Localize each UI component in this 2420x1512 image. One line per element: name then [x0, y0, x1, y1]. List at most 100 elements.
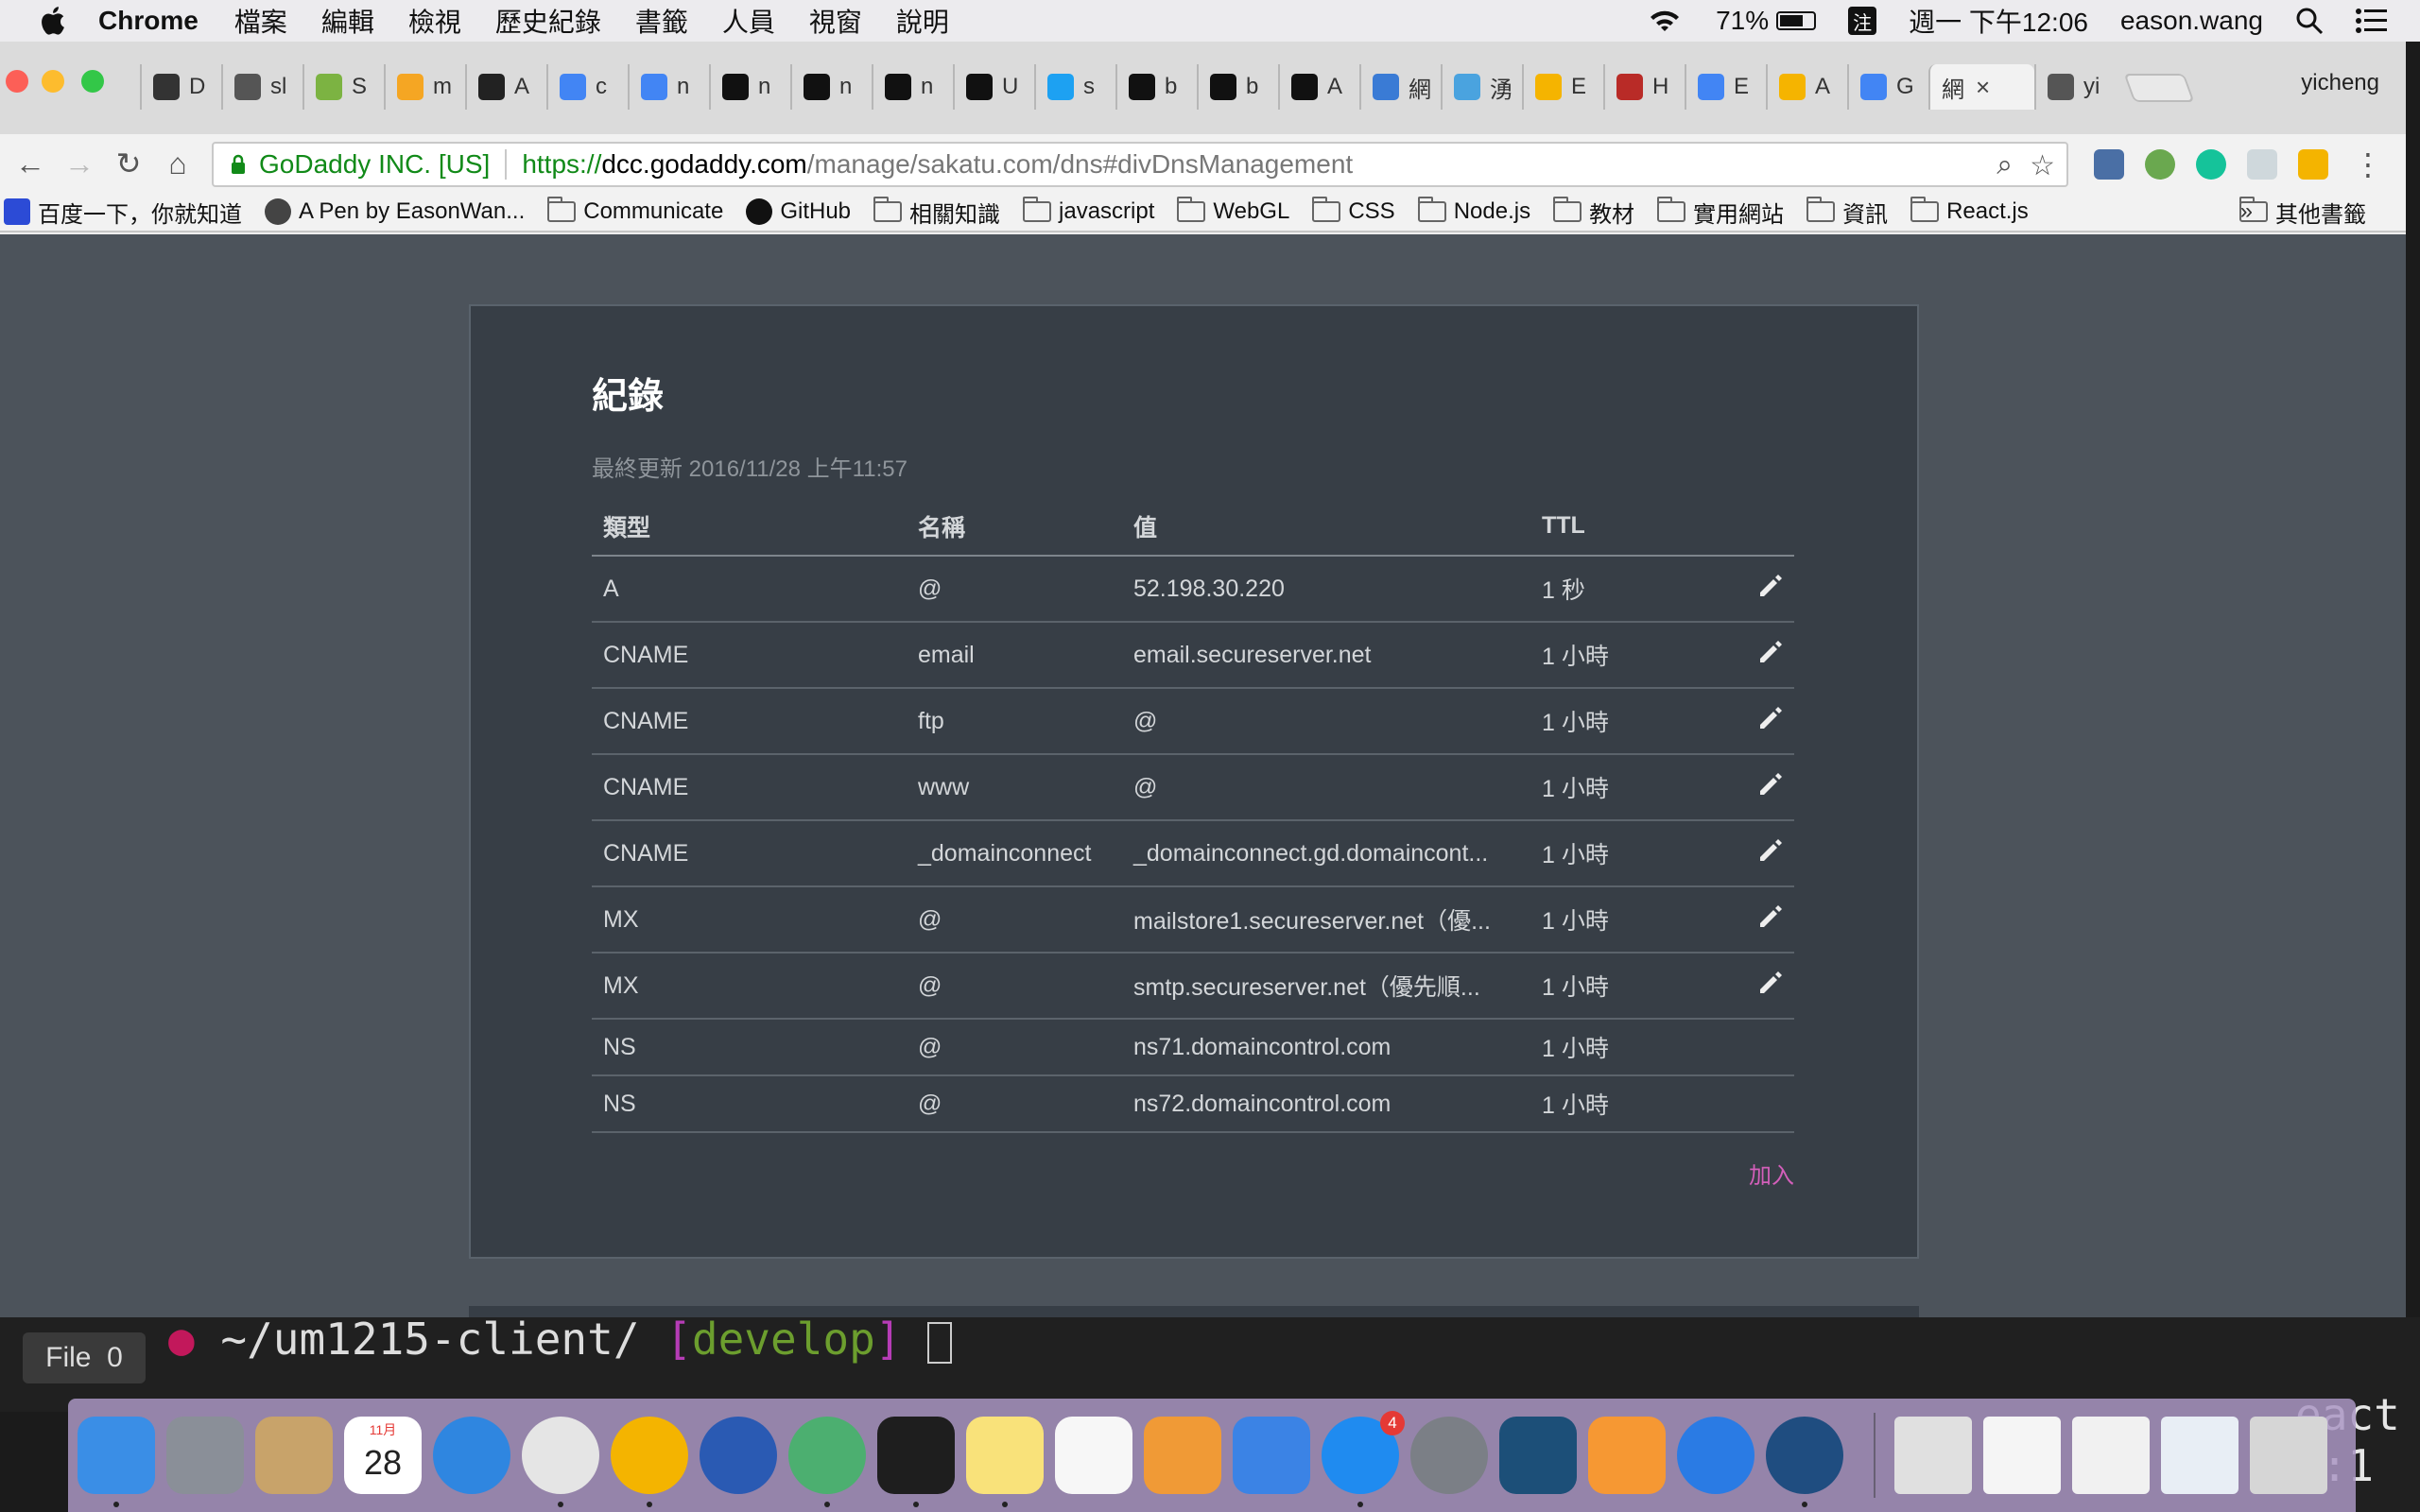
ev-certificate-name[interactable]: GoDaddy INC. [US]: [259, 149, 490, 180]
browser-tab[interactable]: S: [302, 64, 384, 110]
dock-pages-icon[interactable]: [1144, 1417, 1221, 1494]
browser-tab[interactable]: E: [1685, 64, 1766, 110]
browser-tab[interactable]: A: [1766, 64, 1847, 110]
profile-name[interactable]: yicheng: [2301, 70, 2379, 96]
grammarly-icon[interactable]: [2196, 149, 2226, 180]
dock-calendar-icon[interactable]: 11月 28: [344, 1417, 422, 1494]
glasses-extension-icon[interactable]: [2145, 149, 2175, 180]
menu-people[interactable]: 人員: [722, 2, 775, 40]
bookmark-star-icon[interactable]: ☆: [2030, 149, 2055, 182]
dock-zeplin-icon[interactable]: [1588, 1417, 1666, 1494]
edit-pencil-icon[interactable]: [1756, 572, 1785, 600]
menu-file[interactable]: 檔案: [234, 2, 287, 40]
bookmark-item[interactable]: 資訊: [1806, 196, 1888, 229]
browser-tab[interactable]: n: [872, 64, 953, 110]
app-menu-chrome[interactable]: Chrome: [98, 6, 199, 36]
dock-launchpad-icon[interactable]: [166, 1417, 244, 1494]
edit-pencil-icon[interactable]: [1756, 638, 1785, 666]
chrome-menu-icon[interactable]: ⋮: [2349, 146, 2387, 183]
dock-firefox-icon[interactable]: [700, 1417, 777, 1494]
window-minimize-button[interactable]: [42, 70, 64, 93]
dock-screenshot-icon[interactable]: [2161, 1417, 2238, 1494]
dock-sourcetree-icon[interactable]: [1766, 1417, 1843, 1507]
reload-icon[interactable]: ↻: [110, 145, 147, 182]
edit-pencil-icon[interactable]: [1756, 902, 1785, 931]
browser-tab[interactable]: m: [384, 64, 465, 110]
edit-pencil-icon[interactable]: [1756, 704, 1785, 732]
dock-terminal-icon[interactable]: [877, 1417, 955, 1507]
browser-tab[interactable]: n: [790, 64, 872, 110]
browser-tab[interactable]: sl: [221, 64, 302, 110]
browser-tab[interactable]: 網: [1359, 64, 1441, 110]
zoom-icon[interactable]: ⌕: [1996, 149, 2013, 182]
dock-quicktime-icon[interactable]: [1677, 1417, 1754, 1494]
browser-tab[interactable]: n: [709, 64, 790, 110]
other-bookmarks[interactable]: 其他書籤: [2239, 196, 2366, 229]
home-icon[interactable]: ⌂: [159, 145, 197, 182]
file-count-badge[interactable]: File 0: [23, 1332, 146, 1383]
input-method-indicator[interactable]: 注: [1848, 7, 1877, 35]
menu-view[interactable]: 檢視: [408, 2, 461, 40]
browser-tab[interactable]: E: [1522, 64, 1603, 110]
bookmark-item[interactable]: CSS: [1312, 197, 1395, 225]
bookmark-item[interactable]: WebGL: [1177, 197, 1289, 225]
bookmark-item[interactable]: Node.js: [1417, 197, 1530, 225]
menu-bookmarks[interactable]: 書籤: [635, 2, 688, 40]
dock-preview-icon[interactable]: [255, 1417, 333, 1494]
browser-tab[interactable]: b: [1115, 64, 1197, 110]
bookmark-item[interactable]: Communicate: [547, 197, 723, 225]
dock-notes-icon[interactable]: [966, 1417, 1044, 1507]
dock-mysql-workbench-icon[interactable]: [1499, 1417, 1577, 1494]
dock-chrome-canary-icon[interactable]: [611, 1417, 688, 1507]
dock-appstore-window-icon[interactable]: [2072, 1417, 2150, 1494]
bookmark-item[interactable]: React.js: [1910, 197, 2029, 225]
address-bar[interactable]: GoDaddy INC. [US] https:// dcc.godaddy.c…: [212, 142, 2068, 187]
menubar-user[interactable]: eason.wang: [2120, 6, 2263, 36]
dock-trash-icon[interactable]: [2250, 1417, 2327, 1494]
dock-system-preferences-icon[interactable]: [1410, 1417, 1488, 1494]
dock-keynote-icon[interactable]: [1233, 1417, 1310, 1494]
dock-downloads-icon[interactable]: [1983, 1417, 2061, 1494]
bookmark-item[interactable]: 教材: [1553, 196, 1634, 229]
spotlight-search-icon[interactable]: [2295, 7, 2324, 35]
window-zoom-button[interactable]: [81, 70, 104, 93]
dock-safari-icon[interactable]: [433, 1417, 510, 1494]
menu-help[interactable]: 說明: [896, 2, 949, 40]
dock-reminders-icon[interactable]: [1055, 1417, 1132, 1494]
browser-tab[interactable]: A: [1278, 64, 1359, 110]
tab-close-icon[interactable]: ×: [1976, 73, 1990, 102]
dock-app-store-icon[interactable]: 4: [1322, 1411, 1405, 1507]
bookmark-item[interactable]: GitHub: [746, 198, 851, 225]
forward-arrow-icon[interactable]: →: [60, 145, 98, 182]
back-arrow-icon[interactable]: ←: [11, 145, 49, 182]
browser-tab[interactable]: D: [140, 64, 221, 110]
browser-tab[interactable]: G: [1847, 64, 1928, 110]
browser-tab[interactable]: yi: [2034, 64, 2116, 110]
battery-status[interactable]: 71%: [1716, 6, 1817, 36]
browser-tab[interactable]: 湧: [1441, 64, 1522, 110]
browser-tab[interactable]: n: [628, 64, 709, 110]
dock-document-stack-icon[interactable]: [1894, 1417, 1972, 1494]
bookmark-item[interactable]: 實用網站: [1657, 196, 1784, 229]
edit-pencil-icon[interactable]: [1756, 836, 1785, 865]
books-extension-icon[interactable]: [2298, 149, 2328, 180]
menu-edit[interactable]: 編輯: [321, 2, 374, 40]
window-close-button[interactable]: [6, 70, 28, 93]
cast-extension-icon[interactable]: [2094, 149, 2124, 180]
edit-pencil-icon[interactable]: [1756, 770, 1785, 799]
browser-tab-active[interactable]: 網 ×: [1928, 64, 2034, 110]
dock-atom-icon[interactable]: [788, 1417, 866, 1507]
browser-tab[interactable]: H: [1603, 64, 1685, 110]
edit-pencil-icon[interactable]: [1756, 969, 1785, 997]
bookmark-item[interactable]: A Pen by EasonWan...: [265, 198, 525, 225]
add-record-link[interactable]: 加入: [1749, 1157, 1794, 1190]
browser-tab[interactable]: s: [1034, 64, 1115, 110]
browser-tab[interactable]: c: [546, 64, 628, 110]
menu-history[interactable]: 歷史紀錄: [495, 2, 601, 40]
dock-finder-icon[interactable]: [78, 1417, 155, 1507]
notification-center-icon[interactable]: [2356, 8, 2388, 34]
bookmark-item[interactable]: 百度一下，你就知道: [4, 196, 242, 229]
new-tab-button[interactable]: [2123, 74, 2195, 102]
menubar-clock[interactable]: 週一 下午12:06: [1909, 2, 2088, 40]
browser-tab[interactable]: b: [1197, 64, 1278, 110]
